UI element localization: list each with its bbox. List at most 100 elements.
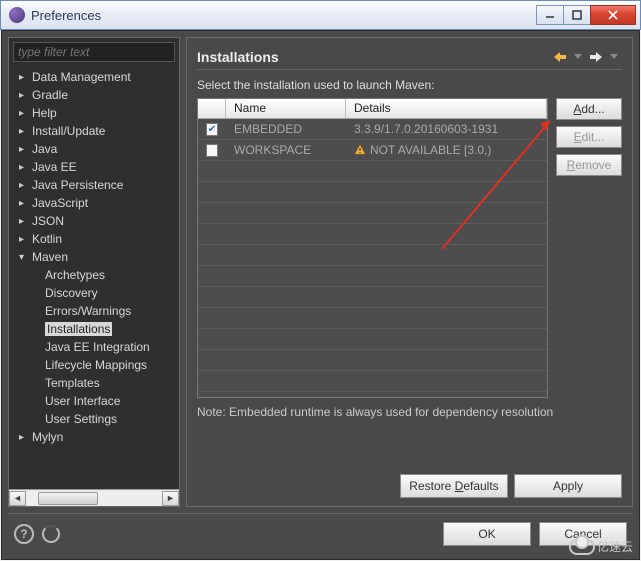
installations-table[interactable]: Name Details ✔ EMBEDDED3.3.9/1.7.0.201606… bbox=[197, 98, 548, 398]
note-text: Note: Embedded runtime is always used fo… bbox=[197, 404, 622, 420]
twisty-closed-icon[interactable]: ▸ bbox=[19, 180, 28, 191]
twisty-closed-icon[interactable]: ▸ bbox=[19, 198, 28, 209]
restore-defaults-button[interactable]: Restore Defaults bbox=[400, 474, 508, 498]
tree-item-label: Gradle bbox=[32, 88, 68, 102]
nav-forward-menu[interactable] bbox=[610, 54, 618, 59]
close-button[interactable] bbox=[590, 5, 636, 25]
tree-item-user-interface[interactable]: User Interface bbox=[9, 392, 179, 410]
tree-item-java[interactable]: ▸ Java bbox=[9, 140, 179, 158]
tree-item-java-ee[interactable]: ▸ Java EE bbox=[9, 158, 179, 176]
row-details: 3.3.9/1.7.0.20160603-1931 bbox=[346, 122, 547, 136]
titlebar: Preferences bbox=[0, 0, 641, 30]
tree-item-label: User Interface bbox=[45, 394, 120, 408]
tree-item-archetypes[interactable]: Archetypes bbox=[9, 266, 179, 284]
tree-item-help[interactable]: ▸Help bbox=[9, 104, 179, 122]
minimize-button[interactable] bbox=[536, 5, 564, 25]
tree-item-install-update[interactable]: ▸ Install/Update bbox=[9, 122, 179, 140]
watermark: 亿速云 bbox=[569, 538, 633, 555]
tree-item-errors-warnings[interactable]: Errors/Warnings bbox=[9, 302, 179, 320]
tree-item-templates[interactable]: Templates bbox=[9, 374, 179, 392]
tree-item-json[interactable]: ▸JSON bbox=[9, 212, 179, 230]
tree-item-user-settings[interactable]: User Settings bbox=[9, 410, 179, 428]
filter-input[interactable] bbox=[13, 42, 175, 62]
row-name: WORKSPACE bbox=[226, 143, 346, 157]
twisty-closed-icon[interactable]: ▸ bbox=[19, 90, 28, 101]
maximize-button[interactable] bbox=[563, 5, 591, 25]
col-details[interactable]: Details bbox=[346, 99, 547, 118]
table-row-empty bbox=[198, 350, 547, 371]
scroll-track[interactable] bbox=[26, 491, 162, 506]
tree-item-label: Data Management bbox=[32, 70, 131, 84]
tree-item-label: Errors/Warnings bbox=[45, 304, 131, 318]
tree-item-label: Templates bbox=[45, 376, 100, 390]
row-checkbox[interactable]: ✔ bbox=[206, 123, 218, 136]
table-row-empty bbox=[198, 182, 547, 203]
twisty-closed-icon[interactable]: ▸ bbox=[19, 216, 28, 227]
scroll-thumb[interactable] bbox=[38, 492, 98, 505]
apply-button[interactable]: Apply bbox=[514, 474, 622, 498]
tree-item-discovery[interactable]: Discovery bbox=[9, 284, 179, 302]
ok-button[interactable]: OK bbox=[443, 522, 531, 546]
tree-item-kotlin[interactable]: ▸ Kotlin bbox=[9, 230, 179, 248]
twisty-closed-icon[interactable]: ▸ bbox=[19, 432, 28, 443]
twisty-closed-icon[interactable]: ▸ bbox=[19, 162, 28, 173]
remove-button[interactable]: Remove bbox=[556, 154, 622, 176]
tree-horizontal-scrollbar[interactable]: ◄ ► bbox=[9, 489, 179, 506]
twisty-closed-icon[interactable]: ▸ bbox=[19, 126, 28, 137]
edit-button[interactable]: Edit... bbox=[556, 126, 622, 148]
tree-item-label: Maven bbox=[32, 250, 68, 264]
tree-item-maven[interactable]: ▾ Maven bbox=[9, 248, 179, 266]
tree-item-label: Discovery bbox=[45, 286, 98, 300]
row-details: NOT AVAILABLE [3.0,) bbox=[346, 143, 547, 157]
app-icon bbox=[9, 7, 25, 23]
col-name[interactable]: Name bbox=[226, 99, 346, 118]
twisty-closed-icon[interactable]: ▸ bbox=[19, 234, 28, 245]
nav-back-menu[interactable] bbox=[574, 54, 582, 59]
table-row[interactable]: WORKSPACENOT AVAILABLE [3.0,) bbox=[198, 140, 547, 161]
tree-item-gradle[interactable]: ▸ Gradle bbox=[9, 86, 179, 104]
preferences-tree[interactable]: ▸Data Management▸Gradle▸Help▸Install/Upd… bbox=[9, 66, 179, 489]
nav-forward-icon[interactable] bbox=[588, 49, 604, 65]
table-row-empty bbox=[198, 308, 547, 329]
tree-item-label: JavaScript bbox=[32, 196, 88, 210]
tree-item-java-ee-integration[interactable]: Java EE Integration bbox=[9, 338, 179, 356]
tree-item-installations[interactable]: Installations bbox=[9, 320, 179, 338]
tree-item-mylyn[interactable]: ▸ Mylyn bbox=[9, 428, 179, 446]
twisty-closed-icon[interactable]: ▸ bbox=[19, 72, 28, 83]
table-row-empty bbox=[198, 371, 547, 392]
tree-item-label: Mylyn bbox=[32, 430, 63, 444]
tree-item-label: Kotlin bbox=[32, 232, 62, 246]
tree-item-label: Java Persistence bbox=[32, 178, 123, 192]
progress-icon bbox=[42, 525, 60, 543]
tree-item-label: Java EE bbox=[32, 160, 77, 174]
nav-back-icon[interactable] bbox=[552, 49, 568, 65]
tree-item-java-persistence[interactable]: ▸ Java Persistence bbox=[9, 176, 179, 194]
tree-item-javascript[interactable]: ▸ JavaScript bbox=[9, 194, 179, 212]
tree-item-label: Install/Update bbox=[32, 124, 105, 138]
table-row-empty bbox=[198, 329, 547, 350]
table-row-empty bbox=[198, 224, 547, 245]
tree-item-label: Java bbox=[32, 142, 57, 156]
scroll-left-arrow[interactable]: ◄ bbox=[9, 491, 26, 506]
tree-item-label: Archetypes bbox=[45, 268, 105, 282]
twisty-open-icon[interactable]: ▾ bbox=[19, 252, 28, 263]
twisty-closed-icon[interactable]: ▸ bbox=[19, 144, 28, 155]
dialog-footer: ? OK Cancel bbox=[8, 513, 633, 553]
preferences-page: Installations Select the installation us… bbox=[186, 37, 633, 507]
table-header: Name Details bbox=[198, 99, 547, 119]
table-row-empty bbox=[198, 161, 547, 182]
scroll-right-arrow[interactable]: ► bbox=[162, 491, 179, 506]
page-bottom-buttons: Restore Defaults Apply bbox=[197, 466, 622, 498]
tree-item-data-management[interactable]: ▸ Data Management bbox=[9, 68, 179, 86]
row-checkbox[interactable] bbox=[206, 144, 218, 157]
row-name: EMBEDDED bbox=[226, 122, 346, 136]
help-icon[interactable]: ? bbox=[14, 524, 34, 544]
preferences-tree-panel: ▸Data Management▸Gradle▸Help▸Install/Upd… bbox=[8, 37, 180, 507]
table-row[interactable]: ✔ EMBEDDED3.3.9/1.7.0.20160603-1931 bbox=[198, 119, 547, 140]
dialog-frame: ▸Data Management▸Gradle▸Help▸Install/Upd… bbox=[1, 30, 640, 560]
add-button[interactable]: Add... bbox=[556, 98, 622, 120]
table-row-empty bbox=[198, 266, 547, 287]
twisty-closed-icon[interactable]: ▸ bbox=[19, 108, 28, 119]
warning-icon bbox=[354, 144, 366, 156]
tree-item-lifecycle-mappings[interactable]: Lifecycle Mappings bbox=[9, 356, 179, 374]
